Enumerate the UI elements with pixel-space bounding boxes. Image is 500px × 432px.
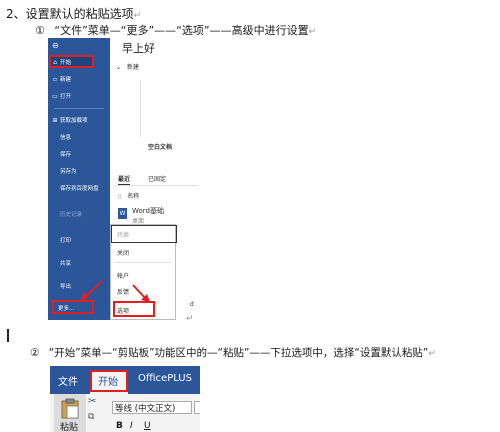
step-2-number: ② bbox=[30, 347, 40, 359]
text-cursor bbox=[7, 329, 9, 342]
folder-open-icon: ▭ bbox=[52, 93, 58, 100]
underline-button[interactable]: U bbox=[144, 421, 151, 431]
font-name-box[interactable]: 等线 (中文正文) bbox=[112, 401, 192, 414]
pointer-arrow-options bbox=[132, 284, 150, 302]
tab-underline bbox=[114, 185, 198, 186]
truncated-text: d bbox=[190, 301, 194, 308]
clipboard-paste-icon bbox=[61, 398, 79, 419]
sidebar-item-save[interactable]: 保存 bbox=[60, 150, 71, 158]
ribbon-tab-bar: 文件 开始 OfficePLUS bbox=[50, 366, 200, 394]
sidebar-item-print[interactable]: 打印 bbox=[60, 236, 71, 244]
tab-recent[interactable]: 最近 bbox=[118, 174, 131, 185]
add-in-icon: ⊞ bbox=[52, 117, 58, 124]
tab-file[interactable]: 文件 bbox=[58, 373, 78, 388]
sidebar-item-new[interactable]: ▫ 新建 bbox=[52, 75, 71, 83]
tab-home[interactable]: 开始 bbox=[98, 373, 118, 388]
sidebar-item-save-to-baidu[interactable]: 保存到百度网盘 bbox=[60, 184, 99, 192]
step-1-text: ① “文件”菜单—“更多”——“选项”——高级中进行设置↵ bbox=[35, 24, 317, 37]
backstage-sidebar: ⊖ ⌂ 开始 ▫ 新建 ▭ 打开 ⊞ 获取加载项 信息 保存 另存为 保存到百度网盘 历… bbox=[48, 38, 110, 320]
menu-item-close[interactable]: 关闭 bbox=[117, 248, 129, 257]
menu-item-feedback[interactable]: 反馈 bbox=[117, 287, 129, 296]
sidebar-item-more[interactable]: 更多... bbox=[58, 304, 74, 312]
home-icon: ⌂ bbox=[53, 59, 57, 66]
word-file-icon: W bbox=[118, 208, 127, 219]
file-type-icon: ▯ bbox=[118, 193, 122, 200]
back-arrow-icon[interactable]: ⊖ bbox=[52, 41, 59, 50]
new-section-header: ⌄ 新建 bbox=[116, 64, 139, 71]
sidebar-item-save-as[interactable]: 另存为 bbox=[60, 167, 77, 175]
tab-pinned[interactable]: 已固定 bbox=[148, 174, 166, 183]
tab-officeplus[interactable]: OfficePLUS bbox=[138, 373, 192, 384]
new-document-icon: ▫ bbox=[52, 76, 58, 83]
paste-label: 粘贴 bbox=[60, 423, 79, 432]
column-name-header: ▯ 名称 bbox=[118, 193, 140, 200]
sidebar-item-export[interactable]: 导出 bbox=[60, 282, 71, 290]
paste-button[interactable]: 粘贴 bbox=[54, 394, 86, 432]
menu-divider bbox=[115, 262, 171, 263]
sidebar-item-share[interactable]: 共享 bbox=[60, 259, 71, 267]
menu-item-options[interactable]: 选项 bbox=[117, 306, 129, 315]
sidebar-item-open[interactable]: ▭ 打开 bbox=[52, 92, 71, 100]
copy-icon[interactable]: ⧉ bbox=[88, 412, 94, 422]
paragraph-mark: ↵ bbox=[186, 314, 194, 324]
pointer-arrow-more bbox=[80, 280, 103, 301]
step-1-number: ① bbox=[35, 24, 45, 37]
italic-button[interactable]: I bbox=[130, 421, 133, 431]
sidebar-item-get-addins[interactable]: ⊞ 获取加载项 bbox=[52, 116, 87, 124]
greeting-text: 早上好 bbox=[122, 42, 155, 55]
blank-document-label: 空白文档 bbox=[148, 144, 173, 151]
sidebar-item-history[interactable]: 历史记录 bbox=[60, 210, 82, 218]
word-ribbon-screenshot: 文件 开始 OfficePLUS 粘贴 ✂ ⧉ 等线 (中文正文) B I U bbox=[50, 366, 200, 432]
font-size-box[interactable] bbox=[194, 401, 200, 414]
menu-item-account[interactable]: 帐户 bbox=[117, 271, 129, 280]
menu-item-convert[interactable]: 转换 bbox=[117, 230, 129, 239]
more-menu-popup: 转换 关闭 帐户 反馈 选项 bbox=[110, 224, 177, 320]
word-backstage-screenshot: ⊖ ⌂ 开始 ▫ 新建 ▭ 打开 ⊞ 获取加载项 信息 保存 另存为 保存到百度网盘 历… bbox=[48, 38, 198, 320]
sidebar-item-info[interactable]: 信息 bbox=[60, 133, 71, 141]
sidebar-item-home[interactable]: ⌂ 开始 bbox=[52, 58, 71, 66]
sidebar-divider bbox=[54, 108, 104, 109]
cut-icon[interactable]: ✂ bbox=[88, 396, 96, 407]
recent-file-name[interactable]: Word基础 bbox=[132, 206, 164, 216]
bold-button[interactable]: B bbox=[116, 421, 123, 431]
chevron-down-icon: ⌄ bbox=[116, 64, 122, 71]
section-heading: 2、设置默认的粘贴选项↵ bbox=[6, 7, 142, 21]
step-2-text: ② “开始”菜单—“剪贴板”功能区中的—“粘贴”——下拉选项中，选择“设置默认粘… bbox=[30, 347, 436, 359]
blank-document-thumbnail[interactable] bbox=[140, 80, 197, 138]
